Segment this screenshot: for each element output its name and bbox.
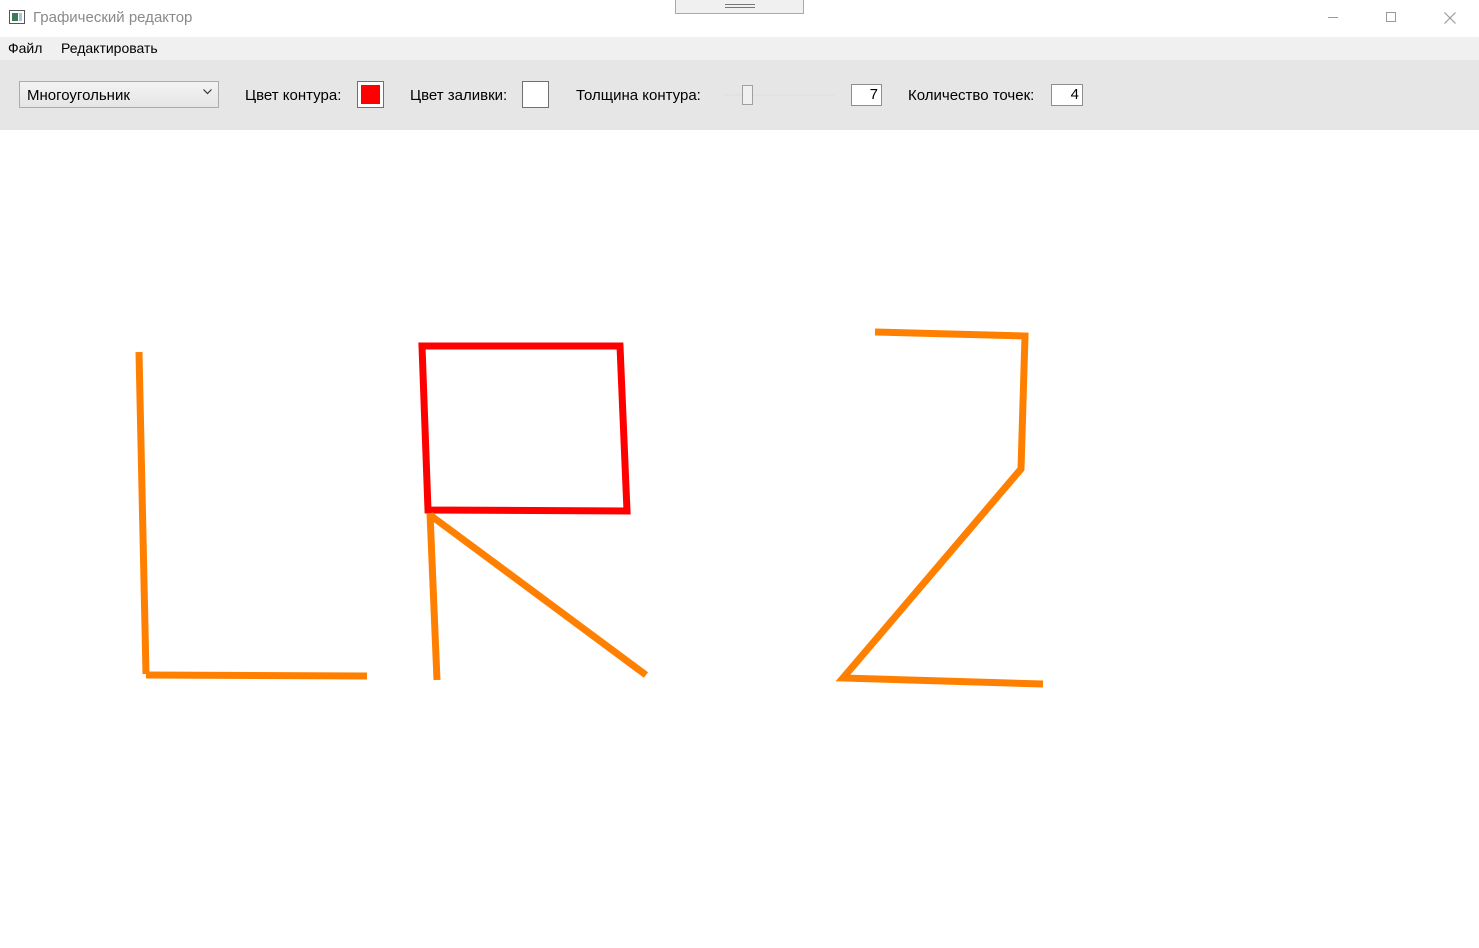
maximize-button[interactable] <box>1368 0 1414 36</box>
outline-color-label: Цвет контура: <box>245 87 342 104</box>
slider-thumb[interactable] <box>742 85 753 105</box>
orange-polyline-r-leg <box>426 512 441 681</box>
outline-color-swatch <box>361 85 380 104</box>
outline-color-button[interactable] <box>357 81 384 108</box>
menu-bar: Файл Редактировать <box>0 37 1479 60</box>
thickness-label: Толщина контура: <box>576 87 701 104</box>
shape-type-value: Многоугольник <box>27 87 130 104</box>
drag-handle[interactable] <box>675 0 804 14</box>
maximize-icon <box>1386 12 1396 22</box>
orange-polyline-l-base <box>145 671 368 680</box>
menu-edit[interactable]: Редактировать <box>61 40 158 56</box>
shape-type-select[interactable]: Многоугольник <box>19 81 219 108</box>
fill-color-label: Цвет заливки: <box>410 87 508 104</box>
drawing-canvas[interactable] <box>0 130 1479 948</box>
drawing-surface <box>135 328 1044 688</box>
window-title: Графический редактор <box>33 9 193 26</box>
thickness-slider[interactable] <box>723 83 835 107</box>
orange-polyline-r-diag <box>427 512 649 678</box>
chevron-down-icon <box>203 89 212 95</box>
app-icon <box>9 10 25 24</box>
slider-track <box>723 94 835 96</box>
fill-color-swatch <box>526 85 545 104</box>
points-count-label: Количество точек: <box>908 87 1035 104</box>
menu-file[interactable]: Файл <box>8 40 42 56</box>
minimize-icon <box>1328 17 1338 18</box>
points-count-input[interactable]: 4 <box>1051 84 1083 106</box>
close-button[interactable] <box>1427 0 1473 36</box>
close-icon <box>1444 12 1456 24</box>
minimize-button[interactable] <box>1310 0 1356 36</box>
orange-polyline-z <box>835 328 1044 688</box>
toolbar: Многоугольник Цвет контура: Цвет заливки… <box>0 60 1479 130</box>
fill-color-button[interactable] <box>522 81 549 108</box>
title-bar: Графический редактор <box>0 0 1479 37</box>
red-quadrilateral <box>418 342 631 515</box>
thickness-input[interactable]: 7 <box>851 84 882 106</box>
orange-polyline-l <box>135 351 150 675</box>
